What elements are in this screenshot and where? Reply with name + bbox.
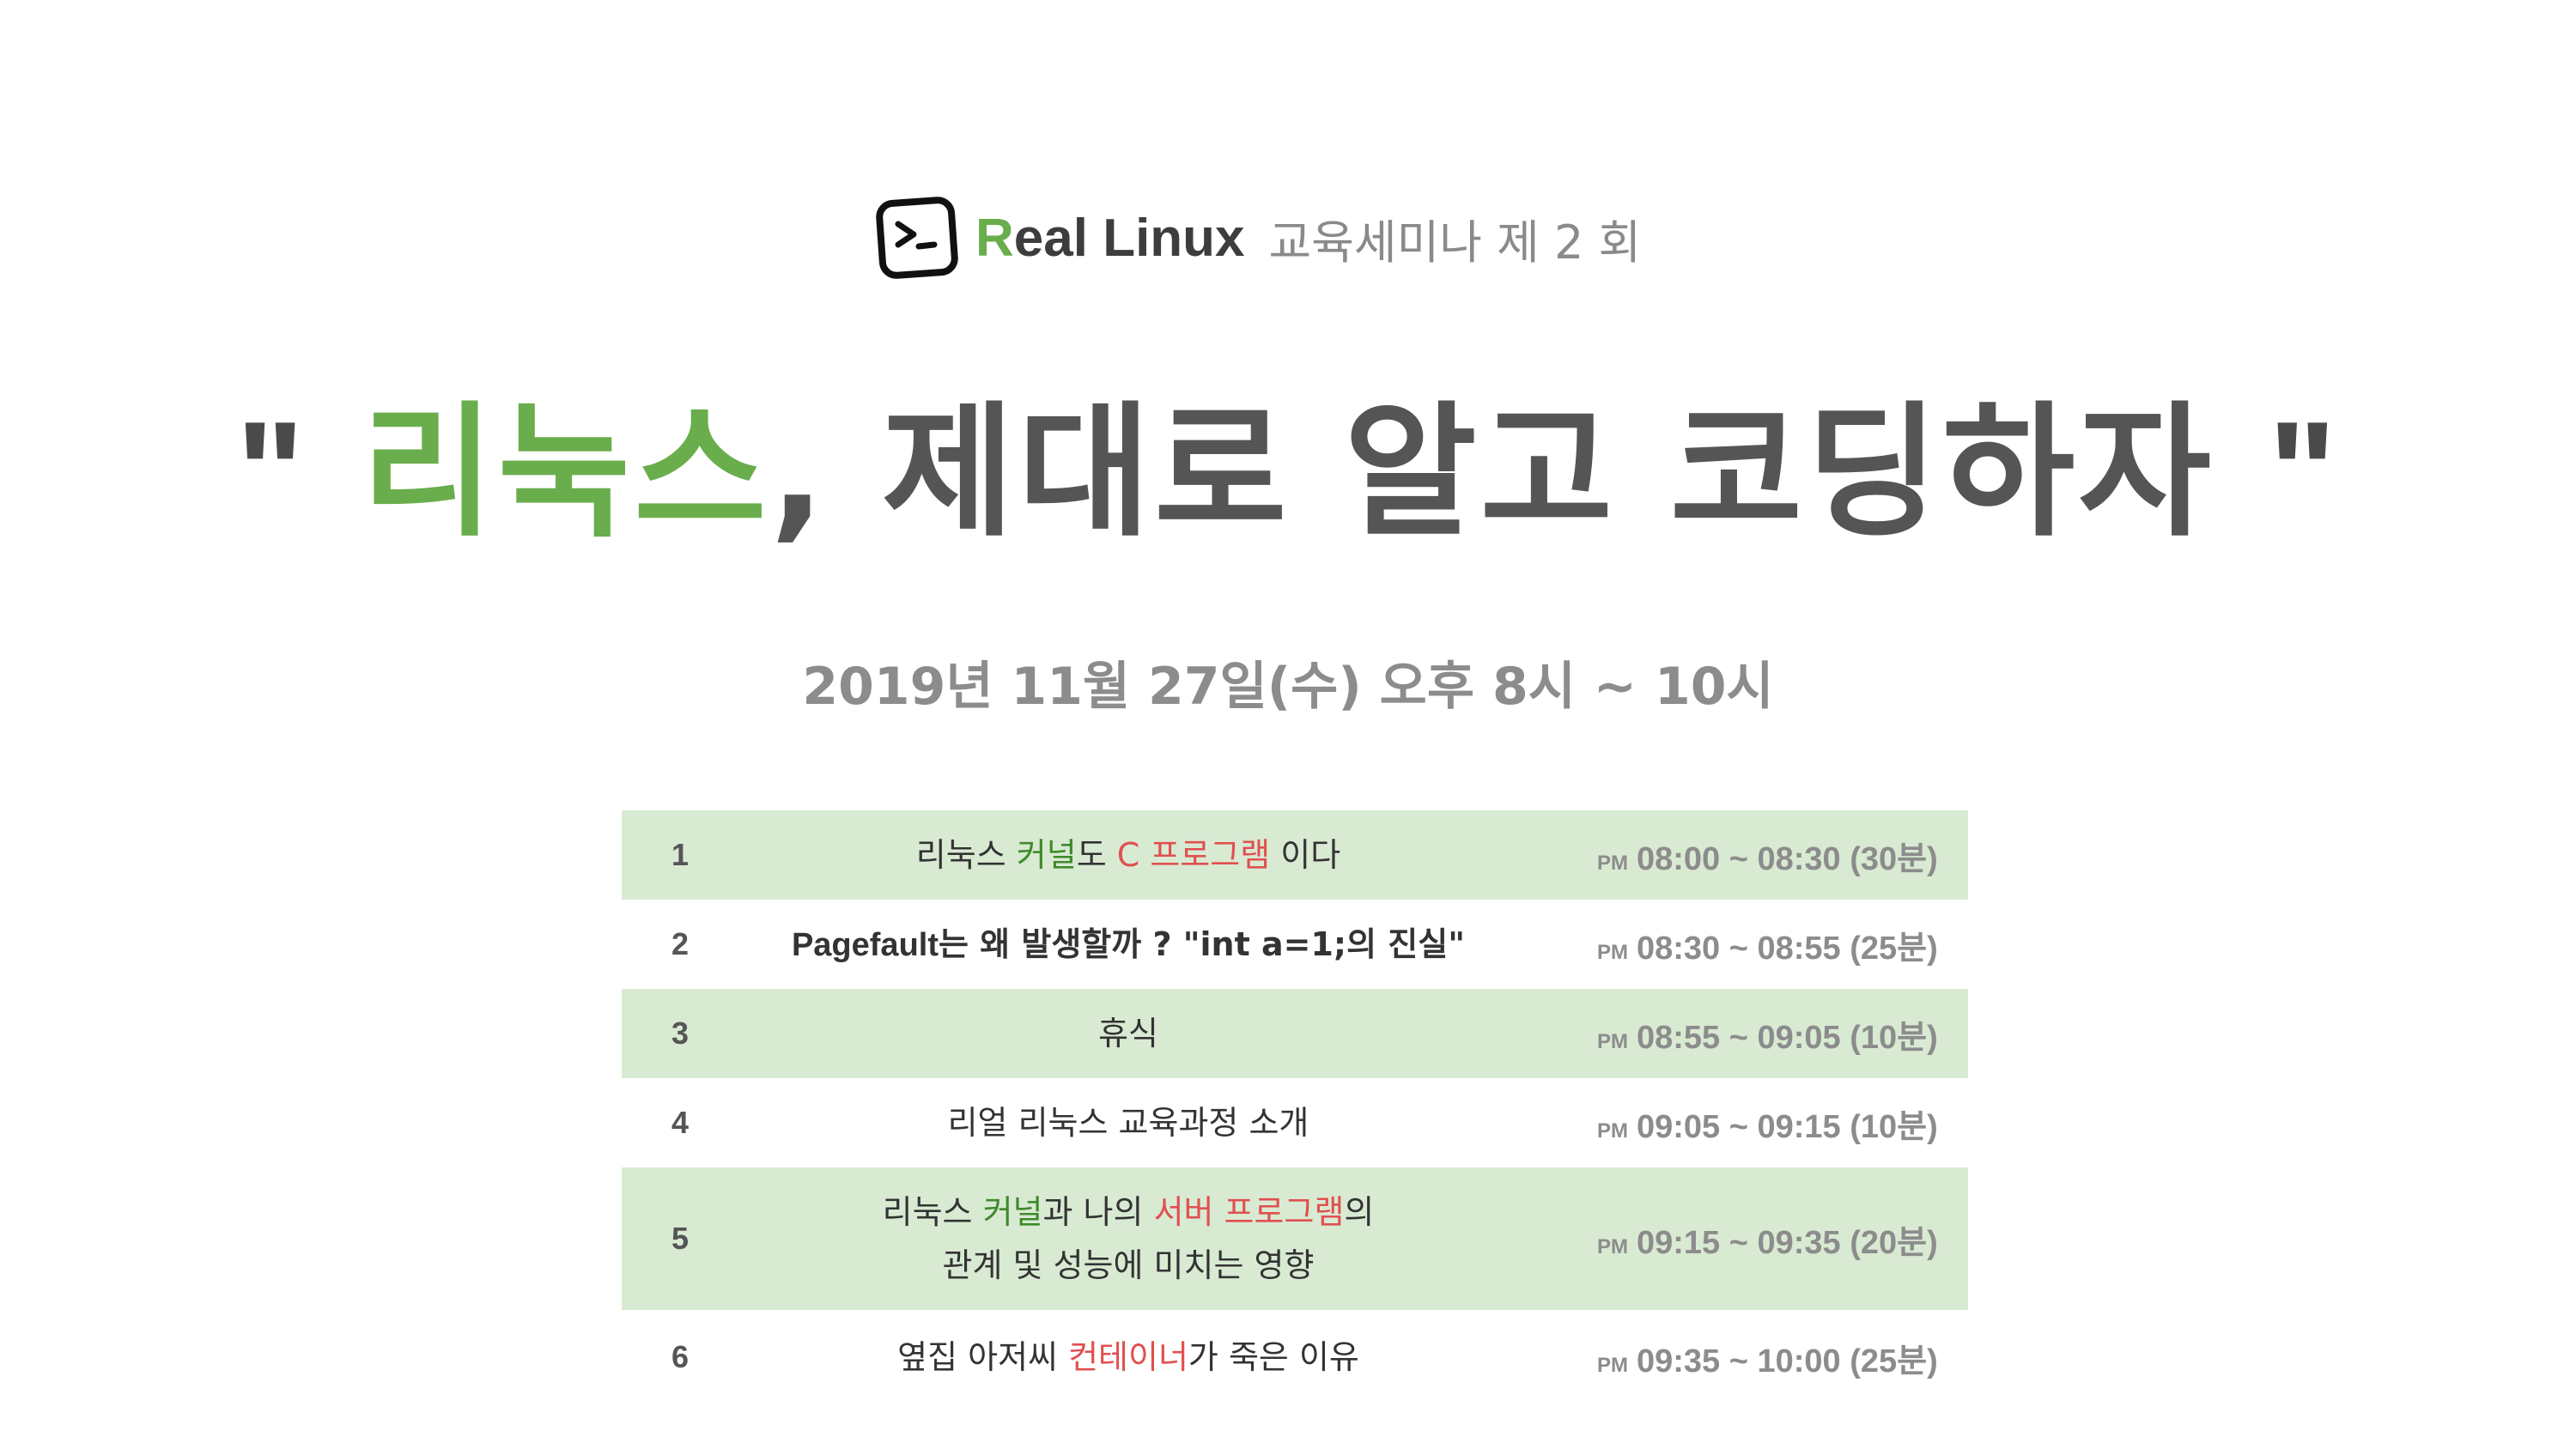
agenda-row: 5 리눅스 커널과 나의 서버 프로그램의 관계 및 성능에 미치는 영향 PM…	[622, 1167, 1968, 1310]
agenda-title: 옆집 아저씨 컨테이너가 죽은 이유	[897, 1338, 1359, 1376]
agenda-row: 2 Pagefault는 왜 발생할까 ? "int a=1;의 진실" PM 0…	[622, 900, 1968, 989]
agenda-time: PM 08:55 ~ 09:05 (10분)	[1597, 1019, 1938, 1056]
seminar-header: Real Linux 교육세미나 제 2 회	[876, 191, 1641, 285]
title-rest: , 제대로 알고 코딩하자	[769, 388, 2215, 556]
agenda-row: 4 리얼 리눅스 교육과정 소개 PM 09:05 ~ 09:15 (10분)	[622, 1078, 1968, 1167]
agenda-row: 3 휴식 PM 08:55 ~ 09:05 (10분)	[622, 989, 1968, 1078]
pm-label: PM	[1597, 940, 1628, 964]
agenda-title-line: 관계 및 성능에 미치는 영향	[942, 1246, 1315, 1284]
agenda-number: 2	[671, 926, 690, 961]
agenda-row: 6 옆집 아저씨 컨테이너가 죽은 이유 PM 09:35 ~ 10:00 (25…	[622, 1310, 1968, 1404]
agenda-title-line: 리눅스 커널과 나의 서버 프로그램의	[882, 1193, 1375, 1231]
pm-label: PM	[1597, 851, 1628, 875]
agenda-title: 리눅스 커널도 C 프로그램 이다	[915, 836, 1341, 874]
agenda-number: 6	[671, 1339, 690, 1374]
agenda-number: 1	[671, 837, 690, 872]
agenda-time: PM 09:35 ~ 10:00 (25분)	[1597, 1343, 1938, 1379]
agenda-time: PM 09:15 ~ 09:35 (20분)	[1597, 1224, 1938, 1261]
close-quote: "	[2268, 391, 2341, 553]
brand-name: Real Linux	[975, 208, 1245, 268]
pm-label: PM	[1597, 1353, 1628, 1377]
agenda-number: 5	[671, 1221, 690, 1256]
agenda-number: 3	[671, 1016, 690, 1051]
agenda-time: PM 09:05 ~ 09:15 (10분)	[1597, 1108, 1938, 1145]
event-date: 2019년 11월 27일(수) 오후 8시 ~ 10시	[802, 657, 1774, 717]
agenda-title: Pagefault는 왜 발생할까 ? "int a=1;의 진실"	[791, 925, 1466, 963]
title-highlight: 리눅스	[361, 388, 770, 556]
agenda-title: 리얼 리눅스 교육과정 소개	[947, 1104, 1309, 1142]
pm-label: PM	[1597, 1234, 1628, 1258]
pm-label: PM	[1597, 1029, 1628, 1053]
terminal-icon	[876, 197, 958, 279]
pm-label: PM	[1597, 1119, 1628, 1143]
agenda-number: 4	[671, 1105, 690, 1140]
agenda-time: PM 08:30 ~ 08:55 (25분)	[1597, 930, 1938, 967]
agenda-time: PM 08:00 ~ 08:30 (30분)	[1597, 840, 1938, 877]
open-quote: "	[235, 391, 308, 553]
agenda-title: 휴식	[1098, 1015, 1158, 1052]
agenda-row: 1 리눅스 커널도 C 프로그램 이다 PM 08:00 ~ 08:30 (30분…	[622, 810, 1968, 900]
agenda-title: 리눅스 커널과 나의 서버 프로그램의 관계 및 성능에 미치는 영향	[742, 1185, 1515, 1292]
page-title: " 리눅스, 제대로 알고 코딩하자 "	[0, 378, 2576, 567]
seminar-subtitle: 교육세미나 제 2 회	[1268, 215, 1642, 270]
agenda-table: 1 리눅스 커널도 C 프로그램 이다 PM 08:00 ~ 08:30 (30분…	[622, 810, 1968, 1404]
